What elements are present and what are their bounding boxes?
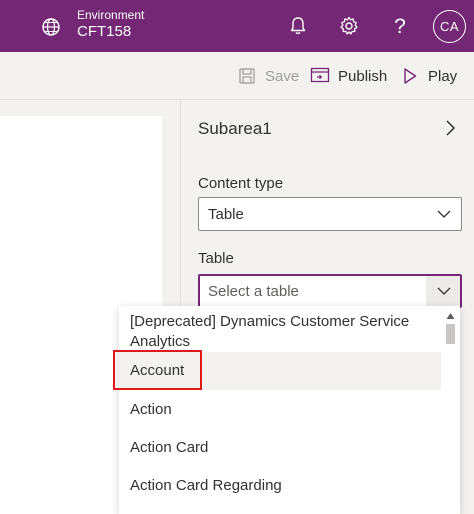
play-label: Play: [428, 67, 458, 85]
scroll-up-arrow-icon[interactable]: [446, 312, 455, 320]
save-button[interactable]: Save: [237, 65, 299, 87]
help-icon: ?: [394, 14, 406, 38]
environment-label: Environment: [77, 8, 145, 22]
content-type-dropdown[interactable]: Table: [198, 197, 462, 231]
list-item[interactable]: Action Card: [119, 429, 441, 467]
publish-icon: [310, 67, 330, 83]
annotation-highlight-box: [113, 350, 202, 390]
chevron-down-icon: [437, 210, 451, 218]
bell-icon: [290, 17, 306, 35]
globe-icon[interactable]: [40, 16, 62, 38]
scrollbar-thumb[interactable]: [446, 324, 455, 344]
gear-icon: [340, 16, 358, 35]
save-label: Save: [265, 67, 300, 85]
table-options-list: [Deprecated] Dynamics Customer Service A…: [119, 306, 460, 514]
pane-title: Subarea1: [198, 119, 272, 138]
list-item[interactable]: Action: [119, 391, 441, 429]
content-type-value: Table: [208, 206, 244, 223]
settings-button[interactable]: [336, 13, 362, 39]
chevron-down-icon: [437, 287, 451, 295]
table-dropdown[interactable]: Select a table: [198, 274, 462, 308]
save-icon: [239, 68, 255, 84]
table-label: Table: [198, 250, 234, 267]
play-icon: [404, 68, 417, 84]
command-bar: Save Publish Play: [0, 52, 474, 100]
list-item[interactable]: Action Card Regarding: [119, 467, 441, 505]
top-header-bar: Environment CFT158 ? CA: [0, 0, 474, 52]
chevron-right-icon[interactable]: [443, 118, 457, 138]
list-item[interactable]: [Deprecated] Dynamics Customer Service A…: [119, 312, 441, 352]
scrollbar[interactable]: [441, 306, 460, 514]
table-placeholder: Select a table: [208, 283, 299, 300]
content-type-label: Content type: [198, 175, 284, 192]
play-button[interactable]: Play: [400, 65, 457, 87]
user-avatar[interactable]: CA: [433, 10, 466, 43]
help-button[interactable]: ?: [387, 13, 413, 39]
publish-label: Publish: [338, 67, 388, 85]
publish-button[interactable]: Publish: [310, 65, 387, 87]
notifications-button[interactable]: [285, 13, 311, 39]
environment-name[interactable]: CFT158: [77, 23, 131, 40]
